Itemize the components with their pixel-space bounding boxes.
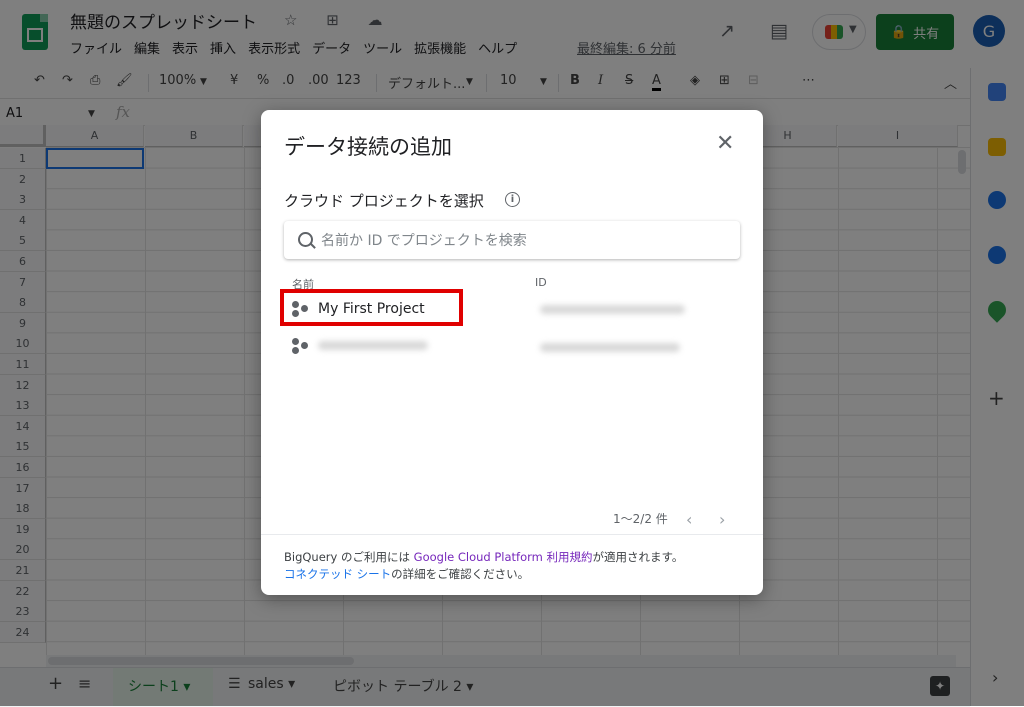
terms-text: BigQuery のご利用には Google Cloud Platform 利用…: [284, 549, 744, 583]
next-page-button[interactable]: ›: [719, 510, 725, 529]
dialog-divider: [261, 534, 763, 535]
search-icon: [298, 232, 313, 247]
terms-text-2: が適用されます。: [592, 550, 684, 564]
project-id-redacted: [540, 343, 680, 352]
column-header-id: ID: [535, 276, 547, 289]
terms-text-3: の詳細をご確認ください。: [391, 567, 530, 581]
project-name-redacted: [318, 341, 428, 350]
search-placeholder: 名前か ID でプロジェクトを検索: [321, 233, 527, 249]
info-icon[interactable]: i: [505, 192, 520, 207]
prev-page-button[interactable]: ‹: [686, 510, 692, 529]
terms-text-1: BigQuery のご利用には: [284, 550, 414, 564]
gcp-terms-link[interactable]: Google Cloud Platform 利用規約: [414, 550, 593, 564]
dialog-subtitle: クラウド プロジェクトを選択: [284, 192, 484, 210]
dialog-title: データ接続の追加: [284, 135, 452, 159]
close-icon[interactable]: ✕: [716, 131, 734, 156]
project-id-redacted: [540, 305, 685, 314]
project-icon: [292, 338, 310, 354]
highlight-box: [280, 289, 463, 326]
pagination-label: 1〜2/2 件: [613, 512, 668, 526]
connected-sheets-link[interactable]: コネクテッド シート: [284, 567, 391, 581]
